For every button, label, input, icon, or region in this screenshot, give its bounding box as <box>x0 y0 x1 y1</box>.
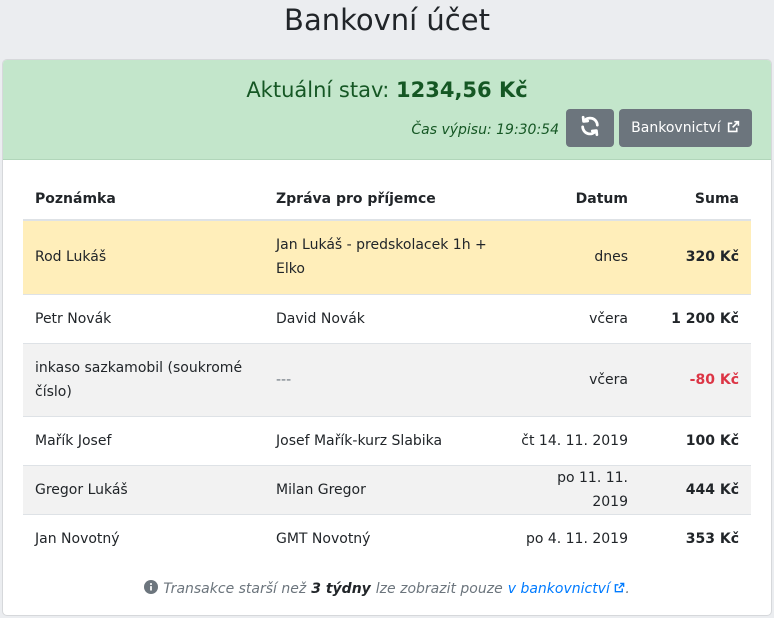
row-amount: -80 Kč <box>640 342 751 416</box>
refresh-icon <box>579 115 601 141</box>
row-note: Gregor Lukáš <box>23 464 264 514</box>
history-note-emphasis: 3 týdny <box>311 581 371 597</box>
balance-line: Aktuální stav: 1234,56 Kč <box>3 74 771 106</box>
external-link-icon <box>614 581 625 597</box>
table-row[interactable]: Mařík Josef Josef Mařík-kurz Slabika čt … <box>23 415 751 465</box>
table-row[interactable]: Gregor Lukáš Milan Gregor po 11. 11. 201… <box>23 464 751 514</box>
table-row[interactable]: inkaso sazkamobil (soukromé číslo) --- v… <box>23 342 751 416</box>
info-circle-icon <box>144 580 159 598</box>
row-date: dnes <box>508 219 640 294</box>
row-date: čt 14. 11. 2019 <box>508 415 640 465</box>
row-message: --- <box>264 342 508 416</box>
row-note: Jan Novotný <box>23 513 264 563</box>
row-message: GMT Novotný <box>264 513 508 563</box>
row-message: Josef Mařík-kurz Slabika <box>264 415 508 465</box>
table-header-row: Poznámka Zpráva pro příjemce Datum Suma <box>23 178 751 221</box>
page-title: Bankovní účet <box>284 3 490 37</box>
history-note: Transakce starší než 3 týdny lze zobrazi… <box>3 580 771 598</box>
row-message: Jan Lukáš - predskolacek 1h + Elko <box>264 219 508 294</box>
statement-time: Čas výpisu: 19:30:54 <box>411 122 559 138</box>
row-date: včera <box>508 293 640 343</box>
table-row[interactable]: Petr Novák David Novák včera 1 200 Kč <box>23 293 751 343</box>
row-note: Mařík Josef <box>23 415 264 465</box>
row-note: inkaso sazkamobil (soukromé číslo) <box>23 342 264 416</box>
external-link-icon <box>727 120 740 137</box>
column-header-note[interactable]: Poznámka <box>23 178 264 221</box>
refresh-button[interactable] <box>566 109 614 147</box>
row-note: Petr Novák <box>23 293 264 343</box>
account-card: Aktuální stav: 1234,56 Kč Čas výpisu: 19… <box>2 59 772 616</box>
banking-link-text: v bankovnictví <box>507 581 610 597</box>
banking-button[interactable]: Bankovnictví <box>619 109 752 147</box>
column-header-date[interactable]: Datum <box>508 178 640 221</box>
balance-label: Aktuální stav: <box>246 78 390 102</box>
row-amount: 320 Kč <box>640 219 751 294</box>
column-header-amount[interactable]: Suma <box>640 178 751 221</box>
row-amount: 444 Kč <box>640 464 751 514</box>
row-date: včera <box>508 342 640 416</box>
row-message: Milan Gregor <box>264 464 508 514</box>
row-note: Rod Lukáš <box>23 219 264 294</box>
transactions-table: Poznámka Zpráva pro příjemce Datum Suma … <box>23 178 751 563</box>
banking-link[interactable]: v bankovnictví <box>508 581 626 597</box>
row-amount: 353 Kč <box>640 513 751 563</box>
balance-value: 1234,56 Kč <box>396 78 528 102</box>
history-note-text-middle: lze zobrazit pouze <box>375 581 503 597</box>
row-date: po 4. 11. 2019 <box>508 513 640 563</box>
history-note-end: . <box>625 581 630 597</box>
row-date: po 11. 11. 2019 <box>508 464 640 514</box>
row-amount: 100 Kč <box>640 415 751 465</box>
banking-button-label: Bankovnictví <box>631 120 721 136</box>
row-amount: 1 200 Kč <box>640 293 751 343</box>
history-note-text: Transakce starší než <box>163 581 307 597</box>
table-row[interactable]: Rod Lukáš Jan Lukáš - predskolacek 1h + … <box>23 219 751 294</box>
row-message: David Novák <box>264 293 508 343</box>
balance-header: Aktuální stav: 1234,56 Kč Čas výpisu: 19… <box>3 60 771 160</box>
column-header-message[interactable]: Zpráva pro příjemce <box>264 178 508 221</box>
table-row[interactable]: Jan Novotný GMT Novotný po 4. 11. 2019 3… <box>23 513 751 563</box>
